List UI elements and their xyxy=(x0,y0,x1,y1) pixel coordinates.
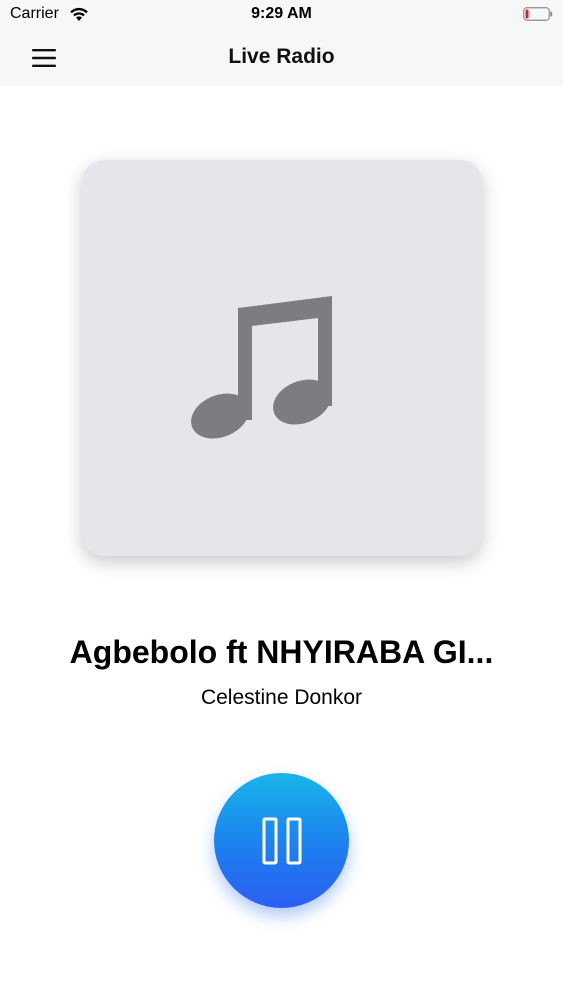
status-time: 9:29 AM xyxy=(251,5,312,22)
track-artist: Celestine Donkor xyxy=(200,686,363,709)
navigation-bar: Live Radio xyxy=(0,30,563,86)
pause-icon xyxy=(262,817,302,865)
music-note-icon xyxy=(191,296,332,439)
pause-button[interactable] xyxy=(214,773,349,908)
page-title: Live Radio xyxy=(228,45,335,68)
battery-icon xyxy=(523,7,553,21)
status-bar: Carrier 9:29 AM xyxy=(0,0,563,30)
album-artwork xyxy=(82,160,482,556)
track-title: Agbebolo ft NHYIRABA GI... xyxy=(69,634,494,670)
